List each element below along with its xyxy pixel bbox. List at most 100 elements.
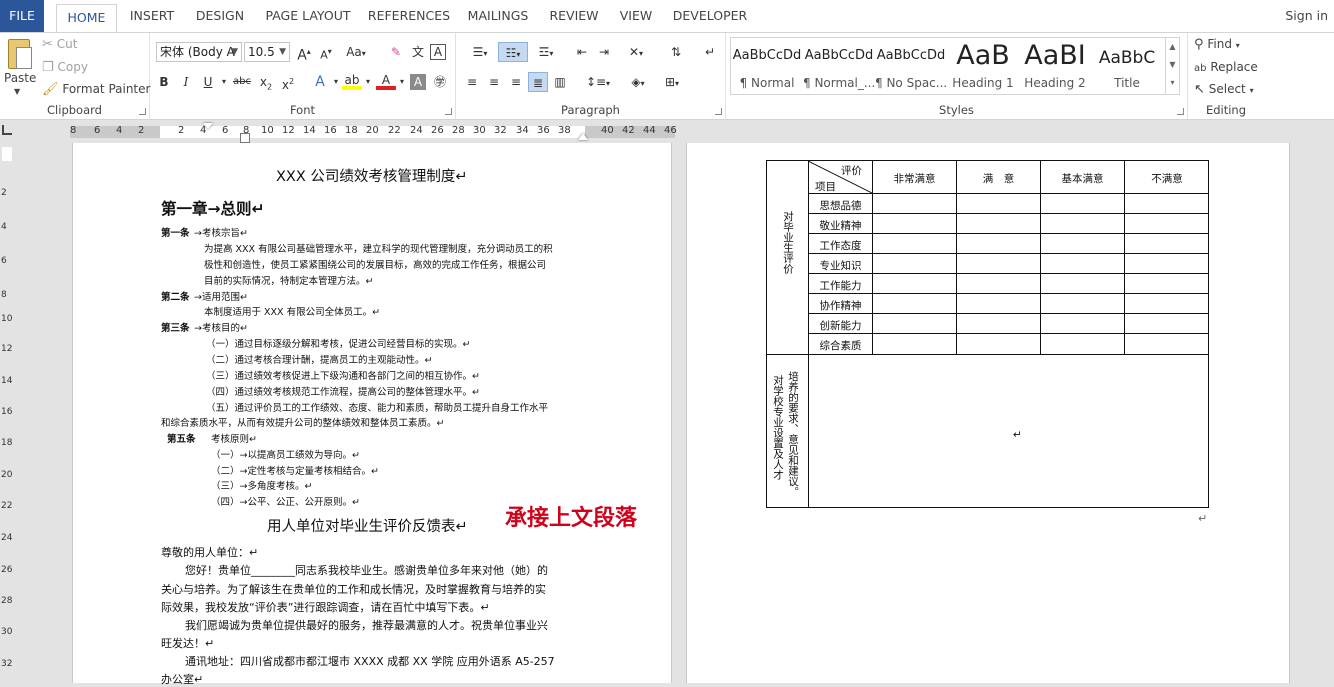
multilevel-list-icon[interactable]: ☲▾ xyxy=(532,42,560,62)
font-group-label: Font xyxy=(289,103,316,117)
style-name: ¶ Normal xyxy=(739,76,795,90)
tab-view[interactable]: VIEW xyxy=(614,0,658,32)
horizontal-ruler[interactable]: 8 6 4 2 2 4 6 8 10 12 14 16 18 20 22 24 … xyxy=(0,121,1334,143)
vertical-ruler[interactable]: 2 4 6 8 10 12 14 16 18 20 22 24 26 28 30… xyxy=(0,143,14,683)
line-spacing-icon[interactable]: ↕≡▾ xyxy=(584,72,612,92)
shading-icon[interactable]: ◈▾ xyxy=(624,72,652,92)
tab-page-layout[interactable]: PAGE LAYOUT xyxy=(260,0,356,32)
vruler-number: 2 xyxy=(1,188,7,198)
sort-icon[interactable]: ⇅ xyxy=(666,42,686,62)
style-heading-1[interactable]: AaB Heading 1 xyxy=(947,38,1019,94)
font-size-combo[interactable]: 10.5 ▼ xyxy=(244,42,290,62)
paper-icon xyxy=(16,47,32,69)
show-marks-icon[interactable]: ↵ xyxy=(700,42,720,62)
paste-label[interactable]: Paste xyxy=(4,71,36,85)
tab-developer[interactable]: DEVELOPER xyxy=(670,0,750,32)
underline-dropdown-icon[interactable]: ▾ xyxy=(214,72,234,92)
tab-file[interactable]: FILE xyxy=(0,0,44,32)
bullets-icon[interactable]: ☰▾ xyxy=(466,42,494,62)
style-normal[interactable]: AaBbCcDd ¶ Normal xyxy=(731,38,803,94)
ruler-number: 44 xyxy=(643,125,656,136)
align-right-icon[interactable]: ≡ xyxy=(506,72,526,92)
cut-label: Cut xyxy=(56,37,78,51)
font-color-dropdown-icon[interactable]: ▾ xyxy=(392,72,412,92)
table-line xyxy=(808,333,1209,334)
highlight-dropdown-icon[interactable]: ▾ xyxy=(358,72,378,92)
justify-icon[interactable]: ≣ xyxy=(528,72,548,92)
align-center-icon[interactable]: ≡ xyxy=(484,72,504,92)
distributed-icon[interactable]: ▥ xyxy=(550,72,570,92)
enclose-char-icon[interactable]: ㊫ xyxy=(430,72,450,92)
vruler-number: 14 xyxy=(1,376,13,386)
tab-insert[interactable]: INSERT xyxy=(124,0,180,32)
annotation-red-text: 承接上文段落 xyxy=(505,505,638,531)
vruler-number: 12 xyxy=(1,344,13,354)
style-name: ¶ No Spac... xyxy=(875,76,947,90)
numbering-icon[interactable]: ☷▾ xyxy=(498,42,528,62)
cut-button[interactable]: ✂ Cut xyxy=(42,37,77,52)
tab-review[interactable]: REVIEW xyxy=(544,0,604,32)
article-5-item: （四）→公平、公正、公开原则。↵ xyxy=(211,497,360,508)
clear-format-icon[interactable]: ✎ xyxy=(386,42,406,62)
hanging-indent-marker[interactable] xyxy=(240,133,250,143)
font-name-value: 宋体 (Body A xyxy=(160,45,235,59)
find-button[interactable]: ⚲ Find ▾ xyxy=(1194,37,1240,52)
sign-in-link[interactable]: Sign in xyxy=(1285,0,1328,32)
ruler-number: 46 xyxy=(664,125,677,136)
right-indent-marker[interactable] xyxy=(578,133,588,140)
format-painter-button[interactable]: 🖌 Format Painter xyxy=(42,82,150,97)
style-heading-2[interactable]: AaBI Heading 2 xyxy=(1019,38,1091,94)
strikethrough-button[interactable]: abc xyxy=(232,72,252,92)
evaluation-table[interactable]: 评价 项目 非常满意 满 意 基本满意 不满意 对毕业生评价 培养的要求、意见和… xyxy=(766,160,1209,508)
styles-launcher-icon[interactable] xyxy=(1177,108,1184,115)
tab-home[interactable]: HOME xyxy=(56,4,117,33)
copy-button[interactable]: ❐ Copy xyxy=(42,60,88,75)
increase-indent-icon[interactable]: ⇥ xyxy=(594,42,614,62)
change-case-button[interactable]: Aa▾ xyxy=(342,42,370,62)
shrink-font-button[interactable]: A▾ xyxy=(316,42,336,62)
styles-scroll[interactable]: ▲ ▼ ▾ xyxy=(1165,38,1179,94)
grow-font-button[interactable]: A▴ xyxy=(294,42,314,64)
ruler-number: 40 xyxy=(601,125,614,136)
clipboard-launcher-icon[interactable] xyxy=(139,108,146,115)
font-name-combo[interactable]: 宋体 (Body A ▼ xyxy=(156,42,242,62)
replace-button[interactable]: ab Replace xyxy=(1194,60,1258,74)
paste-button[interactable] xyxy=(4,37,34,73)
table-line xyxy=(808,313,1209,314)
bold-button[interactable]: B xyxy=(154,72,174,92)
chevron-down-icon: ▼ xyxy=(231,47,238,57)
paste-dropdown-icon[interactable]: ▼ xyxy=(14,87,20,96)
col-header: 不满意 xyxy=(1151,173,1183,185)
align-left-icon[interactable]: ≡ xyxy=(462,72,482,92)
tab-design[interactable]: DESIGN xyxy=(192,0,248,32)
select-button[interactable]: ↖ Select ▾ xyxy=(1194,82,1254,97)
article-3-continuation: 和综合素质水平，从而有效提升公司的整体绩效和整体员工素质。↵ xyxy=(161,418,445,429)
style-no-spacing[interactable]: AaBbCcDd ¶ No Spac... xyxy=(875,38,947,94)
style-title[interactable]: AaBbC Title xyxy=(1091,38,1163,94)
italic-button[interactable]: I xyxy=(176,72,196,92)
paragraph-launcher-icon[interactable] xyxy=(715,108,722,115)
asian-layout-icon[interactable]: ✕▾ xyxy=(622,42,650,62)
find-label: Find xyxy=(1207,37,1232,51)
article-5-item: （一）→以提高员工绩效为导向。↵ xyxy=(211,450,360,461)
ruler-number: 42 xyxy=(622,125,635,136)
char-shading-icon[interactable]: A xyxy=(410,74,426,90)
chapter-heading: 第一章→总则↵ xyxy=(161,200,265,218)
tab-mailings[interactable]: MAILINGS xyxy=(462,0,534,32)
style-normal-2[interactable]: AaBbCcDd ¶ Normal_... xyxy=(803,38,875,94)
superscript-button[interactable]: x2 xyxy=(278,72,298,92)
char-border-icon[interactable]: A xyxy=(430,44,446,60)
end-mark: ↵ xyxy=(1198,512,1208,525)
para-1-line-2: 关心与培养。为了解该生在贵单位的工作和成长情况，及时掌握教育与培养的实 xyxy=(161,583,546,596)
font-launcher-icon[interactable] xyxy=(445,108,452,115)
subscript-button[interactable]: x2 xyxy=(256,72,276,92)
phonetic-guide-icon[interactable]: 文 xyxy=(408,42,428,62)
article-1-line-1: 为提高 XXX 有限公司基础管理水平，建立科学的现代管理制度，充分调动员工的积 xyxy=(204,244,553,255)
borders-icon[interactable]: ⊞▾ xyxy=(658,72,686,92)
first-indent-marker[interactable] xyxy=(203,123,213,129)
ruler-number: 6 xyxy=(94,125,101,136)
tab-references[interactable]: REFERENCES xyxy=(366,0,452,32)
style-preview: AaB xyxy=(956,40,1010,71)
tab-selector-icon[interactable] xyxy=(2,125,12,135)
decrease-indent-icon[interactable]: ⇤ xyxy=(572,42,592,62)
